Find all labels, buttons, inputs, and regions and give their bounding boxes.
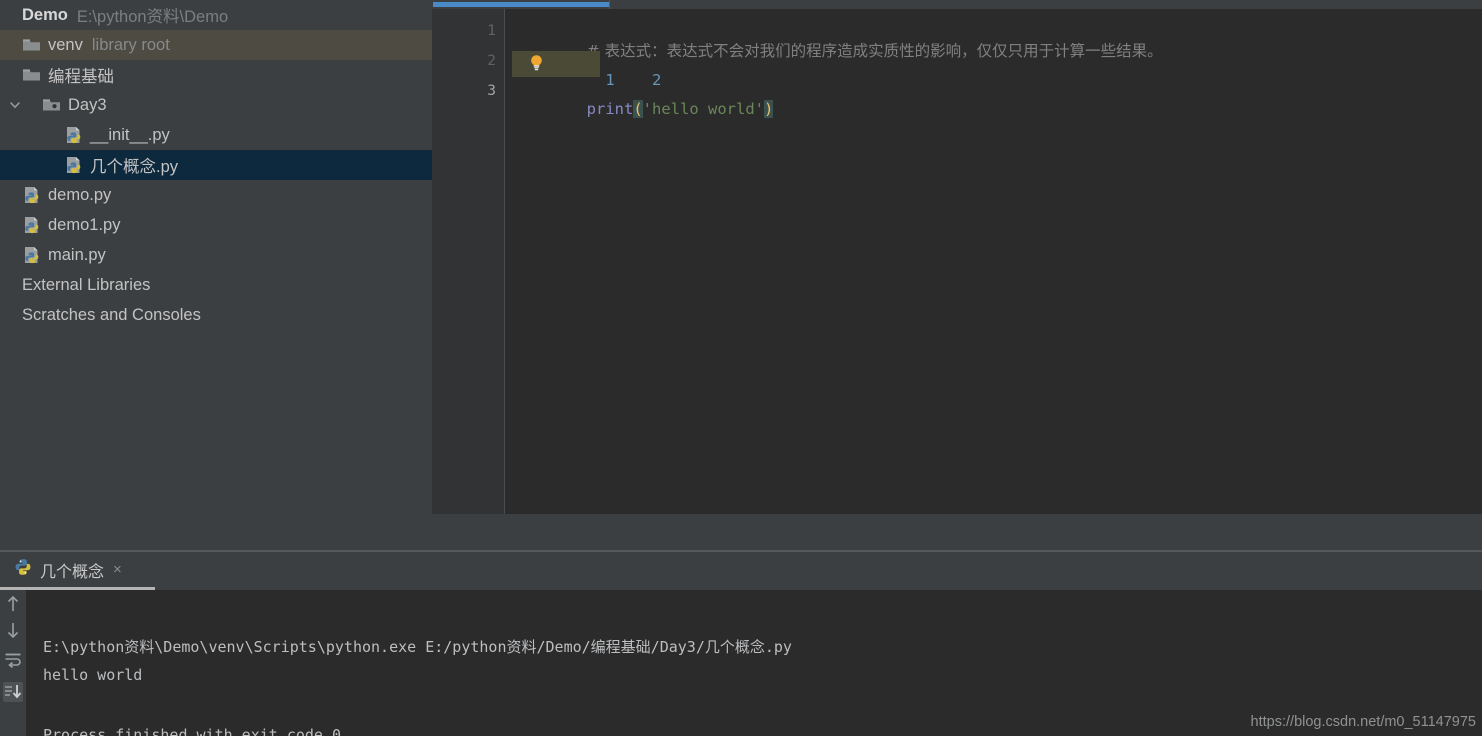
project-tool-window: Demo E:\python资料\Demo venv library root 编程基础… (0, 0, 432, 552)
package-folder-icon (42, 97, 62, 113)
lightbulb-icon[interactable] (528, 54, 545, 71)
console-toolbar (0, 590, 26, 736)
arrow-up-icon[interactable] (3, 594, 23, 614)
chevron-down-icon[interactable] (6, 99, 24, 111)
tree-item-label: __init__.py (90, 125, 170, 144)
code-canvas[interactable]: # 表达式：表达式不会对我们的程序造成实质性的影响，仅仅只用于计算一些结果。 1… (506, 9, 1482, 514)
close-paren: ) (764, 100, 774, 118)
folder-icon (22, 37, 42, 53)
tree-item-label: 编程基础 (48, 68, 114, 86)
python-file-icon (22, 246, 42, 264)
tree-item-secondary-label: E:\python资料\Demo (76, 8, 229, 26)
ide-window: Demo E:\python资料\Demo venv library root 编程基础… (0, 0, 1482, 736)
soft-wrap-icon[interactable] (3, 650, 23, 670)
python-file-icon (64, 126, 84, 144)
tree-item-label: venv (48, 35, 83, 54)
tree-item-label: Demo (22, 5, 68, 24)
tree-item-label: demo.py (48, 185, 112, 204)
print-function-name: print (586, 100, 634, 118)
console-line-4: Process finished with exit code 0 (43, 726, 342, 736)
line-number-3: 3 (487, 83, 496, 99)
editor-gutter[interactable]: 1 2 3 (432, 9, 505, 514)
tree-item-folder-venv[interactable]: venv library root (0, 30, 432, 60)
tree-item-file-jigegainian-py[interactable]: 几个概念.py (0, 150, 432, 180)
string-literal: 'hello world' (642, 100, 764, 118)
python-file-icon (22, 186, 42, 204)
close-icon[interactable]: × (113, 562, 122, 577)
tree-item-node-scratches[interactable]: Scratches and Consoles (0, 300, 432, 330)
code-line-3: print('hello world') (512, 82, 774, 136)
tree-item-label: main.py (48, 245, 106, 264)
console-line-2: hello world (43, 666, 143, 684)
tree-item-label: Scratches and Consoles (22, 305, 201, 324)
tree-item-secondary-label: library root (91, 35, 170, 54)
tree-item-label: demo1.py (48, 215, 121, 234)
python-file-icon (22, 216, 42, 234)
editor-area: 1 2 3 # 表达式：表达式不会对我们的程序造成实质性的影响，仅仅只用于计算一… (432, 0, 1482, 552)
line-number-1: 1 (487, 23, 496, 39)
scroll-to-end-icon[interactable] (3, 682, 23, 702)
tab-separator (609, 0, 610, 9)
tree-item-label: 几个概念.py (90, 158, 179, 176)
editor-tab-strip (432, 0, 1482, 9)
tree-item-file-demo1-py[interactable]: demo1.py (0, 210, 432, 240)
editor-bottom-strip (432, 514, 1482, 552)
run-tab-jigegainian[interactable]: 几个概念 × (0, 552, 155, 590)
comment-text: # 表达式：表达式不会对我们的程序造成实质性的影响，仅仅只用于计算一些结果。 (586, 42, 1163, 60)
tree-item-folder-bianchengjichu[interactable]: 编程基础 (0, 60, 432, 90)
console-line-1: E:\python资料\Demo\venv\Scripts\python.exe… (43, 638, 792, 656)
tree-item-file-main-py[interactable]: main.py (0, 240, 432, 270)
active-tab-indicator[interactable] (433, 2, 609, 7)
watermark-text: https://blog.csdn.net/m0_51147975 (1250, 714, 1476, 730)
tree-item-label: Day3 (68, 95, 107, 114)
open-paren: ( (633, 100, 643, 118)
tree-item-project-root[interactable]: Demo E:\python资料\Demo (0, 0, 432, 30)
run-tool-window: 几个概念 × E:\python资料\Demo\venv\Scripts\pyt… (0, 552, 1482, 736)
tree-item-file-init-py[interactable]: __init__.py (0, 120, 432, 150)
tree-item-label: External Libraries (22, 275, 151, 294)
arrow-down-icon[interactable] (3, 620, 23, 640)
tree-item-folder-day3[interactable]: Day3 (0, 90, 432, 120)
line-number-2: 2 (487, 53, 496, 69)
folder-icon (22, 67, 42, 83)
python-file-icon (14, 558, 32, 581)
tree-item-file-demo-py[interactable]: demo.py (0, 180, 432, 210)
run-tab-bar: 几个概念 × (0, 552, 1482, 590)
run-tab-label: 几个概念 (40, 563, 105, 581)
tree-item-node-external-libraries[interactable]: External Libraries (0, 270, 432, 300)
python-file-icon (64, 156, 84, 174)
